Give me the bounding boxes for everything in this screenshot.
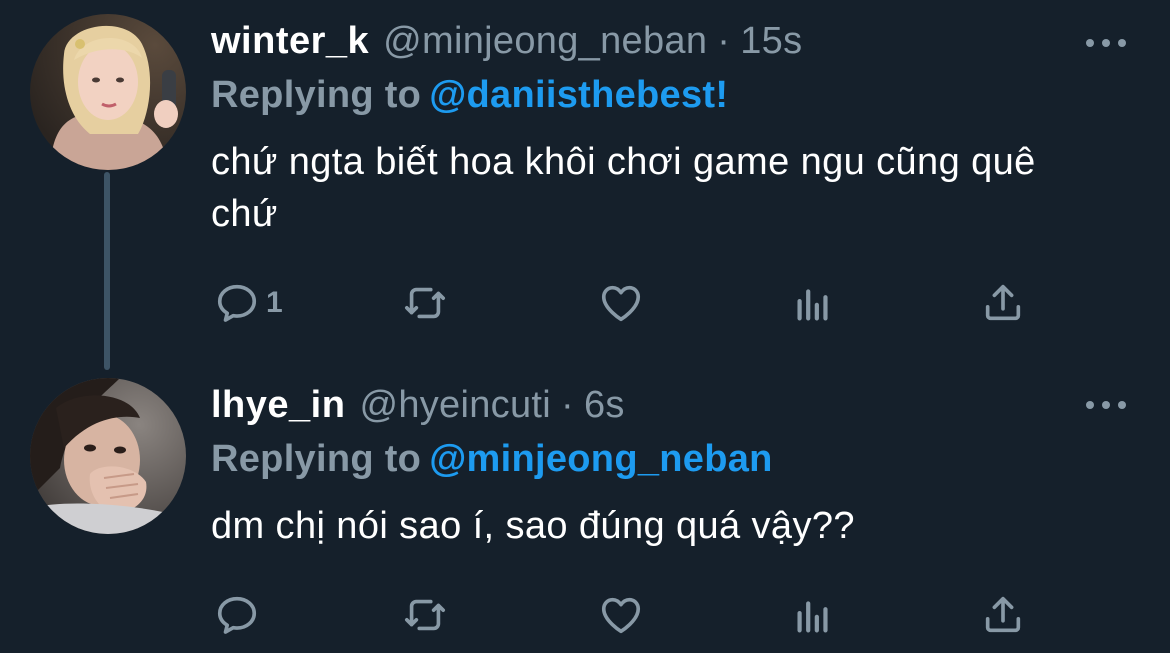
analytics-button[interactable] <box>790 590 836 640</box>
more-icon[interactable] <box>1086 36 1126 50</box>
tweet-header: winter_k @minjeong_neban · 15s <box>211 16 802 66</box>
like-icon <box>601 285 641 322</box>
share-button[interactable] <box>980 590 1026 640</box>
avatar-image <box>30 14 186 170</box>
user-handle[interactable]: @minjeong_neban <box>383 16 707 66</box>
tweet-actions: 1 <box>214 278 1034 328</box>
replying-to: Replying to @daniisthebest! <box>211 70 728 120</box>
reply-button[interactable] <box>214 590 266 640</box>
reply-mention-link[interactable]: @minjeong_neban <box>429 438 772 480</box>
timestamp[interactable]: 6s <box>584 380 625 430</box>
retweet-icon <box>404 287 446 319</box>
analytics-icon <box>797 601 828 633</box>
retweet-button[interactable] <box>402 590 448 640</box>
display-name[interactable]: winter_k <box>211 16 369 66</box>
timestamp[interactable]: 15s <box>740 16 802 66</box>
tweet[interactable]: lhye_in @hyeincuti · 6s Replying to @minj… <box>0 372 1170 653</box>
separator-dot: · <box>717 20 731 62</box>
retweet-icon <box>404 599 446 631</box>
user-handle[interactable]: @hyeincuti <box>359 380 551 430</box>
reply-count: 1 <box>266 286 283 319</box>
retweet-button[interactable] <box>402 278 448 328</box>
replying-label: Replying to <box>211 74 422 116</box>
like-button[interactable] <box>598 590 644 640</box>
tweet[interactable]: winter_k @minjeong_neban · 15s Replying … <box>0 0 1170 372</box>
tweet-text: chứ ngta biết hoa khôi chơi game ngu cũn… <box>211 141 1036 235</box>
avatar[interactable] <box>30 378 186 534</box>
share-icon <box>985 284 1021 321</box>
replying-to: Replying to @minjeong_neban <box>211 434 773 484</box>
share-icon <box>985 596 1021 633</box>
share-button[interactable] <box>980 278 1026 328</box>
separator-dot: · <box>561 384 574 426</box>
tweet-text: dm chị nói sao í, sao đúng quá vậy?? <box>211 505 855 547</box>
analytics-icon <box>797 289 828 321</box>
tweet-actions <box>214 590 1034 640</box>
analytics-button[interactable] <box>790 278 836 328</box>
avatar-image <box>30 378 186 534</box>
reply-icon <box>217 596 257 634</box>
more-icon[interactable] <box>1086 398 1126 412</box>
reply-icon <box>217 284 257 322</box>
reply-button[interactable]: 1 <box>214 278 283 328</box>
like-button[interactable] <box>598 278 644 328</box>
tweet-header: lhye_in @hyeincuti · 6s <box>211 380 625 430</box>
display-name[interactable]: lhye_in <box>211 380 345 430</box>
replying-label: Replying to <box>211 438 422 480</box>
like-icon <box>601 597 641 634</box>
avatar[interactable] <box>30 14 186 170</box>
reply-mention-link[interactable]: @daniisthebest! <box>429 74 728 116</box>
